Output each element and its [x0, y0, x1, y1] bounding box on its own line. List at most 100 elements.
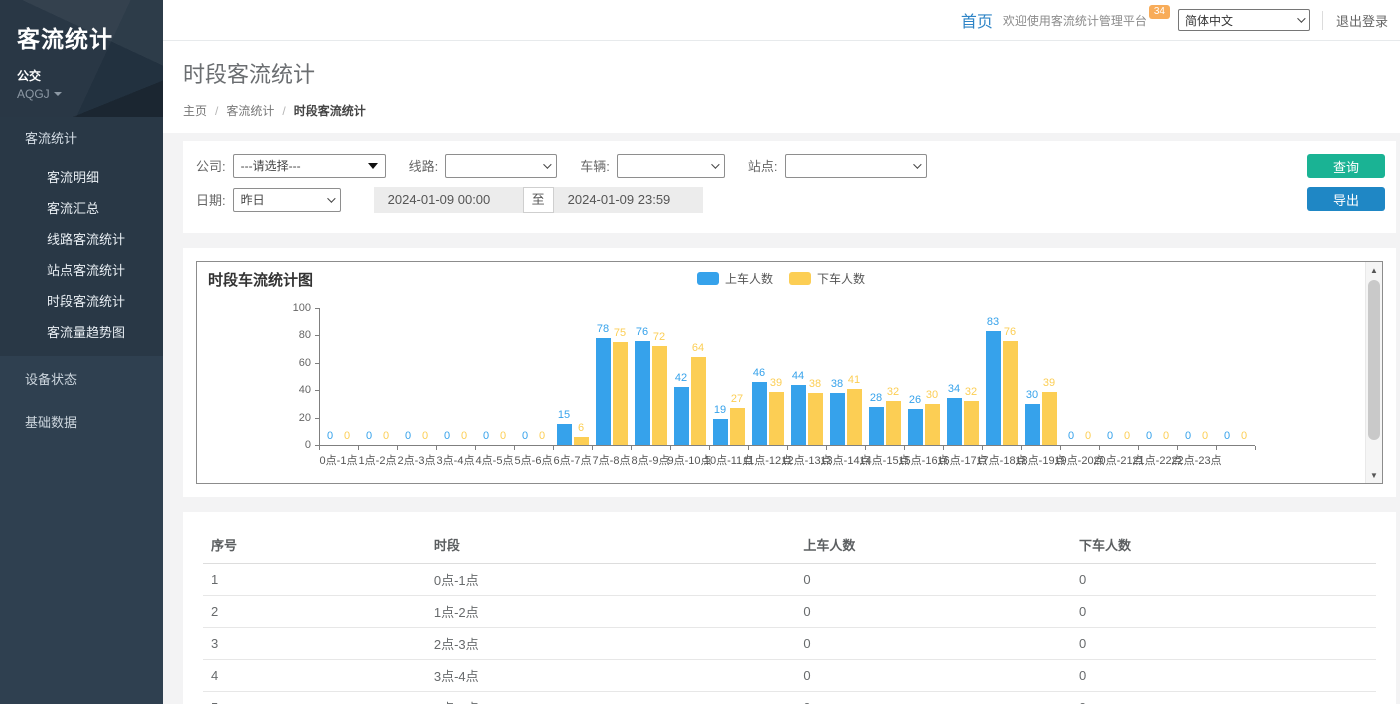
chart-scrollbar[interactable]: ▲ ▼	[1365, 262, 1382, 483]
date-range-group: 2024-01-09 00:00 至 2024-01-09 23:59	[374, 187, 703, 213]
y-tick-label: 0	[275, 439, 311, 451]
sidebar-item-2[interactable]: 基础数据	[0, 401, 163, 442]
query-button[interactable]: 查询	[1307, 154, 1385, 178]
bar-value-s1-9: 64	[680, 342, 716, 354]
bar-s0-9	[674, 387, 689, 445]
sidebar-subitem-0-5[interactable]: 客流量趋势图	[0, 316, 163, 347]
org-name: 公交	[17, 67, 163, 84]
sidebar-subitem-0-2[interactable]: 线路客流统计	[0, 223, 163, 254]
chevron-down-icon	[543, 160, 551, 168]
legend-swatch-icon	[789, 272, 811, 285]
page-header: 时段客流统计 主页/客流统计/时段客流统计	[163, 41, 1400, 133]
date-label: 日期:	[196, 190, 226, 209]
date-range-separator: 至	[523, 187, 554, 213]
table-cell-3-2: 0	[795, 660, 1071, 692]
chevron-down-icon	[1297, 14, 1305, 22]
bar-s1-12	[808, 393, 823, 445]
legend-label-1: 下车人数	[817, 270, 865, 287]
legend-item-1[interactable]: 下车人数	[789, 270, 865, 287]
vehicle-select[interactable]	[617, 154, 725, 178]
date-preset-value: 昨日	[241, 191, 265, 208]
triangle-down-icon	[368, 163, 378, 169]
chevron-down-icon	[711, 160, 719, 168]
app: 客流统计 公交 AQGJ 客流统计客流明细客流汇总线路客流统计站点客流统计时段客…	[0, 0, 1400, 704]
breadcrumb-item-1[interactable]: 客流统计	[226, 102, 274, 119]
x-tick-mark	[475, 446, 476, 450]
table-header-1: 时段	[426, 526, 795, 564]
x-tick-mark	[397, 446, 398, 450]
table-header-2: 上车人数	[795, 526, 1071, 564]
table-cell-4-0: 5	[203, 692, 426, 704]
table-cell-3-0: 4	[203, 660, 426, 692]
filter-actions: 查询 导出	[1307, 154, 1385, 211]
x-tick-mark	[748, 446, 749, 450]
page-title: 时段客流统计	[183, 57, 1380, 89]
table-row-2: 32点-3点00	[203, 628, 1376, 660]
date-preset-select[interactable]: 昨日	[233, 188, 341, 212]
org-code-label: AQGJ	[17, 87, 50, 101]
stats-table: 序号时段上车人数下车人数 10点-1点0021点-2点0032点-3点0043点…	[203, 526, 1376, 704]
language-select[interactable]: 简体中文	[1178, 9, 1310, 31]
x-tick-mark	[787, 446, 788, 450]
x-tick-mark	[436, 446, 437, 450]
table-cell-0-0: 1	[203, 564, 426, 596]
company-select[interactable]: ---请选择---	[233, 154, 386, 178]
breadcrumb-separator: /	[282, 104, 285, 118]
table-cell-0-1: 0点-1点	[426, 564, 795, 596]
notification-badge[interactable]: 34	[1149, 5, 1170, 19]
bar-value-s1-5: 0	[524, 430, 560, 442]
breadcrumb-separator: /	[215, 104, 218, 118]
breadcrumb: 主页/客流统计/时段客流统计	[183, 102, 1380, 119]
x-tick-mark	[553, 446, 554, 450]
logout-link[interactable]: 退出登录	[1322, 11, 1388, 30]
filter-panel: 公司: ---请选择--- 线路: 车辆: 站点:	[183, 141, 1396, 233]
table-header-3: 下车人数	[1071, 526, 1376, 564]
date-to-input[interactable]: 2024-01-09 23:59	[554, 187, 703, 213]
sidebar-subitem-0-0[interactable]: 客流明细	[0, 161, 163, 192]
breadcrumb-item-0[interactable]: 主页	[183, 102, 207, 119]
bar-value-s0-6: 15	[546, 409, 582, 421]
table-cell-1-2: 0	[795, 596, 1071, 628]
export-button[interactable]: 导出	[1307, 187, 1385, 211]
table-header-row: 序号时段上车人数下车人数	[203, 526, 1376, 564]
company-label: 公司:	[196, 156, 226, 175]
y-tick-label: 20	[275, 412, 311, 424]
home-link[interactable]: 首页	[961, 8, 993, 32]
company-select-value: ---请选择---	[241, 157, 301, 174]
sidebar-group-0: 客流统计客流明细客流汇总线路客流统计站点客流统计时段客流统计客流量趋势图	[0, 117, 163, 356]
sidebar-item-1[interactable]: 设备状态	[0, 358, 163, 399]
content: 公司: ---请选择--- 线路: 车辆: 站点:	[163, 133, 1400, 704]
y-tick-label: 40	[275, 384, 311, 396]
caret-down-icon	[54, 92, 62, 96]
date-from-input[interactable]: 2024-01-09 00:00	[374, 187, 523, 213]
x-tick-mark	[1216, 446, 1217, 450]
scroll-up-icon[interactable]: ▲	[1366, 262, 1382, 278]
x-tick-mark	[358, 446, 359, 450]
bar-s1-8	[652, 346, 667, 445]
sidebar-item-0[interactable]: 客流统计	[0, 117, 163, 158]
station-select[interactable]	[785, 154, 927, 178]
x-tick-mark	[670, 446, 671, 450]
line-select[interactable]	[445, 154, 557, 178]
x-tick-mark	[1099, 446, 1100, 450]
sidebar-submenu-0: 客流明细客流汇总线路客流统计站点客流统计时段客流统计客流量趋势图	[0, 158, 163, 356]
y-tick-mark	[315, 308, 319, 309]
table-cell-4-2: 0	[795, 692, 1071, 704]
x-tick-mark	[1177, 446, 1178, 450]
bar-s0-18	[1025, 404, 1040, 445]
chart-panel: 时段车流统计图 上车人数下车人数 0204060801000点-1点001点-2…	[183, 248, 1396, 497]
sidebar-subitem-0-3[interactable]: 站点客流统计	[0, 254, 163, 285]
y-tick-label: 60	[275, 357, 311, 369]
sidebar-subitem-0-4[interactable]: 时段客流统计	[0, 285, 163, 316]
main-column: 首页 欢迎使用客流统计管理平台 34 简体中文 退出登录 时段客流统计 主页/客…	[163, 0, 1400, 704]
scrollbar-thumb[interactable]	[1368, 280, 1380, 440]
sidebar-subitem-0-1[interactable]: 客流汇总	[0, 192, 163, 223]
bar-s0-11	[752, 382, 767, 445]
legend-item-0[interactable]: 上车人数	[697, 270, 773, 287]
scroll-down-icon[interactable]: ▼	[1366, 467, 1382, 483]
bar-value-s1-23: 0	[1226, 430, 1262, 442]
table-row-3: 43点-4点00	[203, 660, 1376, 692]
org-code-dropdown[interactable]: AQGJ	[17, 87, 163, 101]
table-cell-0-3: 0	[1071, 564, 1376, 596]
bar-value-s1-13: 41	[836, 374, 872, 386]
